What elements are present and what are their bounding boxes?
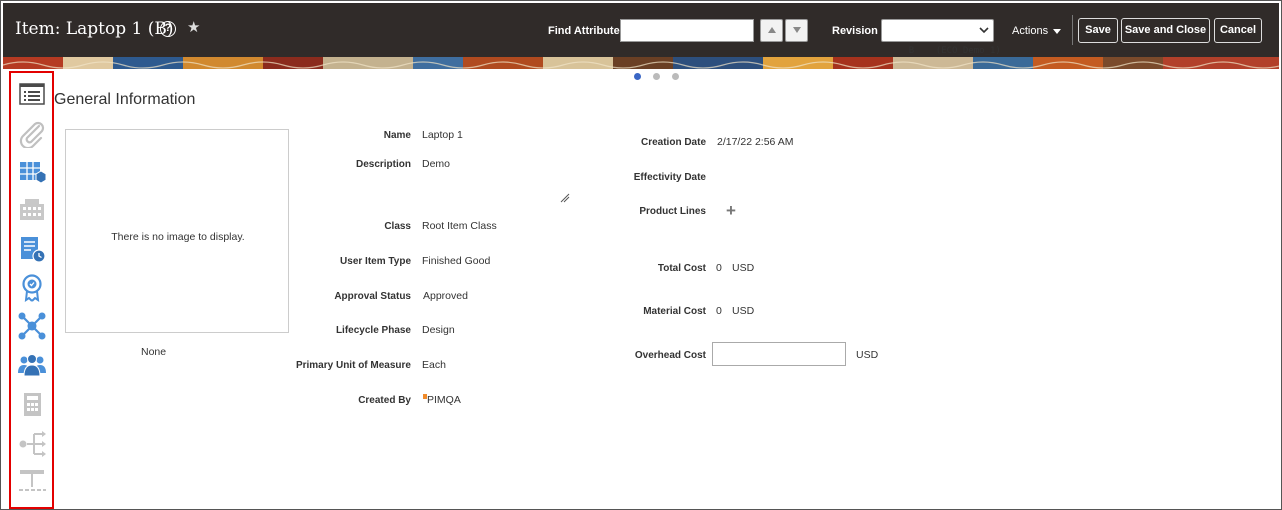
attachments-icon xyxy=(19,121,45,148)
pager-dot[interactable] xyxy=(672,73,679,80)
workflow-icon xyxy=(19,431,46,457)
created-by-label: Created By xyxy=(358,395,411,406)
sidebar-item-relationships[interactable] xyxy=(17,312,47,342)
effectivity-date-label: Effectivity Date xyxy=(633,172,706,183)
section-title: General Information xyxy=(54,91,196,108)
overhead-cost-input[interactable] xyxy=(712,342,846,366)
resize-handle-icon[interactable] xyxy=(560,193,570,203)
quality-badge-icon xyxy=(22,274,42,303)
decorative-banner xyxy=(3,57,1279,69)
page-title: Item: Laptop 1 (B) xyxy=(15,19,174,39)
sidebar-item-quality[interactable] xyxy=(17,273,47,303)
lifecycle-phase-value: Design xyxy=(422,324,455,336)
item-sections-sidebar xyxy=(9,71,54,509)
chevron-down-icon xyxy=(979,27,989,34)
description-value: Demo xyxy=(422,158,451,170)
save-and-close-button[interactable]: Save and Close xyxy=(1121,18,1210,43)
description-label: Description xyxy=(355,159,411,170)
actions-label: Actions xyxy=(1012,25,1049,37)
primary-uom-label: Primary Unit of Measure xyxy=(295,360,411,371)
sidebar-item-structure[interactable] xyxy=(17,196,47,226)
sidebar-item-hierarchy[interactable] xyxy=(17,467,47,497)
class-value: Root Item Class xyxy=(422,220,497,232)
user-item-type-value: Finished Good xyxy=(422,255,491,267)
approval-status-value: Approved xyxy=(423,290,468,302)
total-cost-currency: USD xyxy=(732,262,755,274)
general-information-icon xyxy=(19,83,45,105)
pager-dot[interactable] xyxy=(634,73,641,80)
favorite-star-icon[interactable]: ★ xyxy=(187,18,200,36)
help-icon[interactable]: ? xyxy=(160,21,176,37)
revision-label: Revision xyxy=(832,25,878,37)
revision-value: B (ECO_Demo_1) xyxy=(908,46,1001,56)
find-attribute-label: Find Attribute xyxy=(548,25,620,37)
sidebar-item-attachments[interactable] xyxy=(17,120,47,150)
lifecycle-phase-label: Lifecycle Phase xyxy=(335,325,411,336)
calculator-icon xyxy=(24,393,41,416)
cancel-button[interactable]: Cancel xyxy=(1214,18,1262,43)
pager-dot[interactable] xyxy=(653,73,660,80)
material-cost-currency: USD xyxy=(732,305,755,317)
material-cost-value: 0 xyxy=(716,305,722,317)
name-value: Laptop 1 xyxy=(422,129,463,141)
find-next-button[interactable] xyxy=(785,19,808,42)
page-header: Item: Laptop 1 (B) ? ★ Find Attribute Re… xyxy=(3,3,1279,57)
sidebar-item-cost-calculator[interactable] xyxy=(17,390,47,420)
structure-icon xyxy=(20,199,44,220)
caret-down-icon xyxy=(1053,28,1062,34)
lifecycle-icon xyxy=(21,237,46,263)
arrow-up-icon xyxy=(767,27,776,33)
people-icon xyxy=(18,354,46,377)
image-caption: None xyxy=(141,346,167,358)
total-cost-value: 0 xyxy=(716,262,722,274)
total-cost-label: Total Cost xyxy=(657,263,706,274)
user-item-type-label: User Item Type xyxy=(340,256,411,267)
find-attribute-input[interactable] xyxy=(620,19,754,42)
sidebar-item-lifecycle[interactable] xyxy=(17,234,47,264)
header-divider xyxy=(1072,15,1073,45)
class-label: Class xyxy=(384,221,411,232)
primary-uom-value: Each xyxy=(422,359,446,371)
sidebar-item-people[interactable] xyxy=(17,351,47,381)
specifications-icon xyxy=(20,162,47,184)
actions-menu[interactable]: Actions xyxy=(1012,25,1062,37)
no-image-text: There is no image to display. xyxy=(111,231,245,243)
item-image-placeholder: There is no image to display. xyxy=(65,129,289,333)
hierarchy-icon xyxy=(19,470,46,491)
overhead-cost-currency: USD xyxy=(856,349,879,361)
approval-status-label: Approval Status xyxy=(334,291,411,302)
created-by-value[interactable]: PIMQA xyxy=(427,394,461,406)
creation-date-label: Creation Date xyxy=(640,137,706,148)
sidebar-item-specifications[interactable] xyxy=(17,158,47,188)
overhead-cost-label: Overhead Cost xyxy=(634,350,706,361)
sidebar-item-workflow[interactable] xyxy=(17,429,47,459)
save-button[interactable]: Save xyxy=(1078,18,1118,43)
material-cost-label: Material Cost xyxy=(643,306,706,317)
add-product-line-icon[interactable]: + xyxy=(726,202,736,219)
relationships-icon xyxy=(18,312,46,340)
revision-select[interactable]: B (ECO_Demo_1) xyxy=(881,19,1001,56)
creation-date-value: 2/17/22 2:56 AM xyxy=(717,136,794,148)
product-lines-label: Product Lines xyxy=(639,206,706,217)
sidebar-item-general-information[interactable] xyxy=(17,81,47,111)
find-previous-button[interactable] xyxy=(760,19,783,42)
arrow-down-icon xyxy=(792,27,801,33)
name-label: Name xyxy=(383,130,411,141)
